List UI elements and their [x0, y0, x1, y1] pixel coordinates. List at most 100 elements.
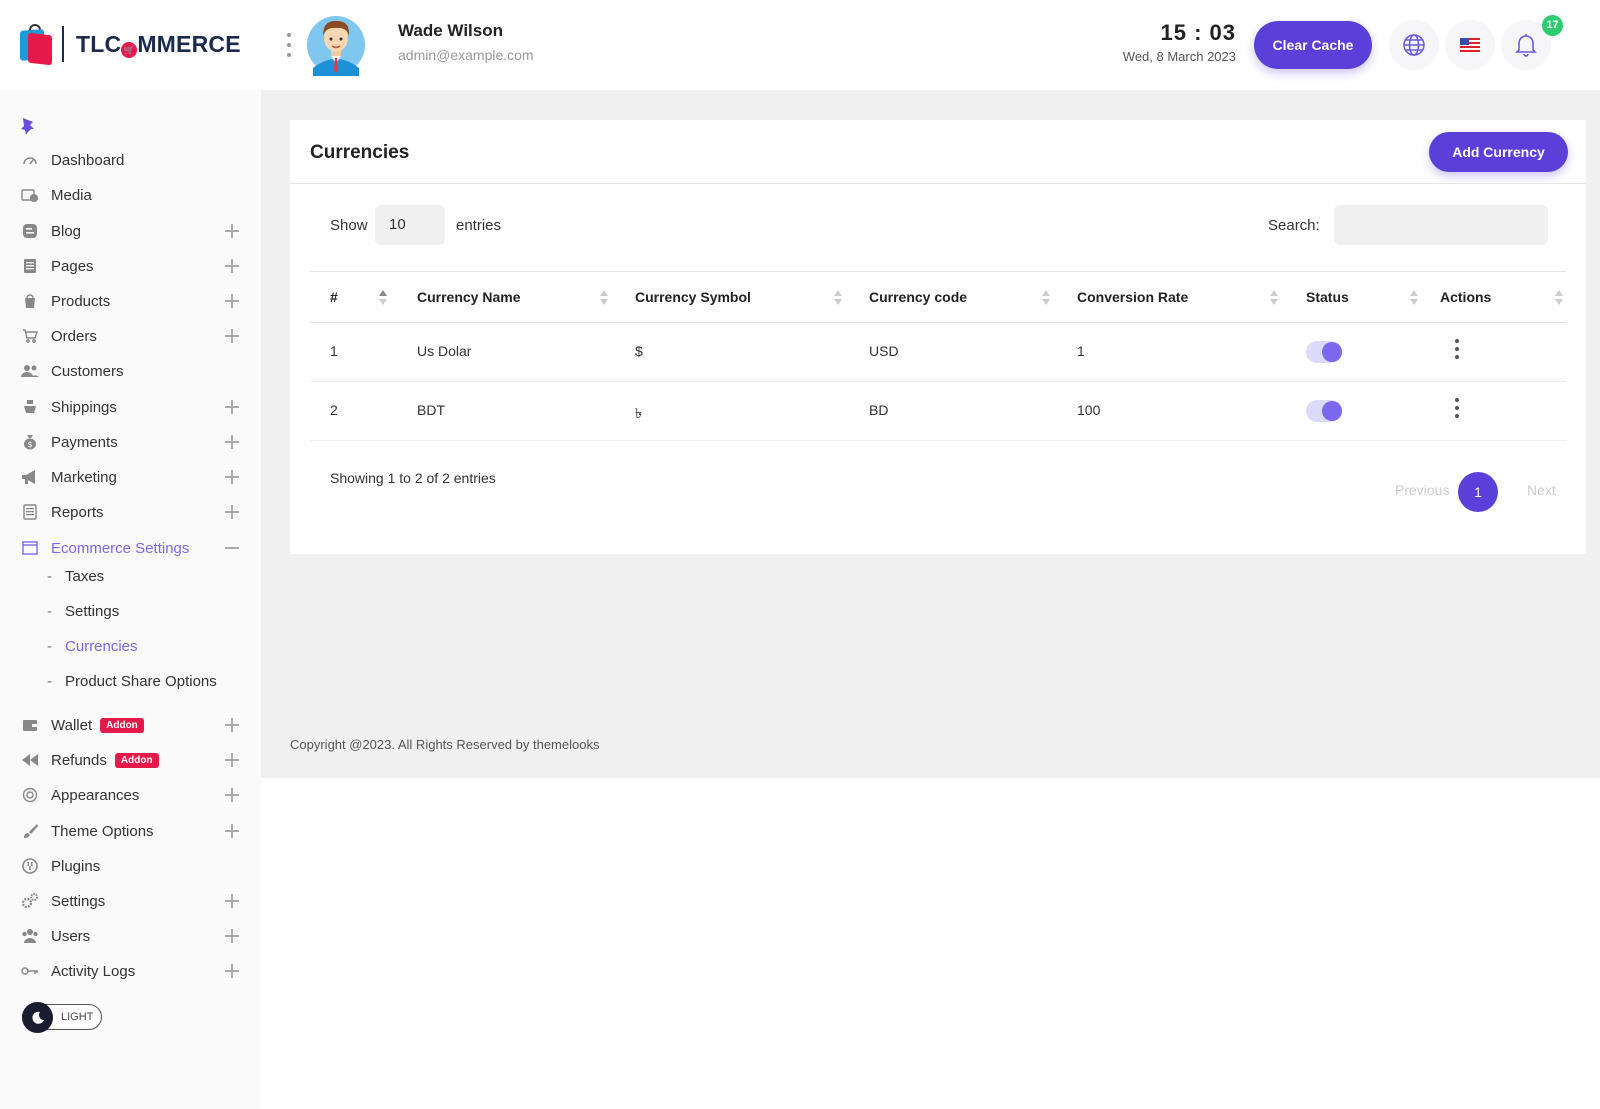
- expand-plus-icon[interactable]: [225, 964, 239, 978]
- sort-icon[interactable]: [1042, 290, 1050, 306]
- column-header-currency-code[interactable]: Currency code: [869, 289, 967, 305]
- shopping-bag-logo-icon: [20, 24, 52, 66]
- sort-icon[interactable]: [1555, 290, 1563, 306]
- sidebar-item-wallet[interactable]: Wallet Addon: [0, 710, 261, 740]
- expand-plus-icon[interactable]: [225, 294, 239, 308]
- sidebar-menu-toggle-icon[interactable]: [286, 33, 292, 57]
- sidebar-item-payments[interactable]: $ Payments: [0, 427, 261, 457]
- add-currency-button[interactable]: Add Currency: [1429, 132, 1568, 172]
- pages-icon: [21, 257, 39, 275]
- entries-per-page-select[interactable]: 10: [375, 205, 445, 245]
- dashboard-icon: [21, 151, 39, 169]
- column-header-status[interactable]: Status: [1306, 289, 1349, 305]
- expand-plus-icon[interactable]: [225, 929, 239, 943]
- sort-icon[interactable]: [1270, 290, 1278, 306]
- column-header-currency-name[interactable]: Currency Name: [417, 289, 521, 305]
- plug-icon: [21, 857, 39, 875]
- expand-plus-icon[interactable]: [225, 718, 239, 732]
- sidebar-subitem-taxes[interactable]: - Taxes: [47, 564, 104, 588]
- clear-cache-button[interactable]: Clear Cache: [1254, 21, 1372, 69]
- sidebar-item-plugins[interactable]: Plugins: [0, 851, 261, 881]
- column-header-number[interactable]: #: [330, 289, 338, 305]
- sidebar-subitem-product-share-options[interactable]: - Product Share Options: [47, 669, 217, 693]
- rewind-icon: [21, 751, 39, 769]
- products-icon: [21, 292, 39, 310]
- sidebar-item-dashboard[interactable]: Dashboard: [0, 145, 261, 175]
- search-input[interactable]: [1334, 205, 1548, 245]
- sidebar-subitem-label: Product Share Options: [65, 672, 217, 690]
- show-label: Show: [330, 217, 368, 234]
- cell-currency-symbol: ৳: [635, 405, 642, 421]
- row-actions-kebab-icon[interactable]: [1454, 398, 1460, 418]
- sidebar-item-appearances[interactable]: Appearances: [0, 780, 261, 810]
- sidebar-item-orders[interactable]: Orders: [0, 321, 261, 351]
- sidebar-item-refunds[interactable]: Refunds Addon: [0, 745, 261, 775]
- column-header-actions[interactable]: Actions: [1440, 289, 1491, 305]
- sidebar-item-activity-logs[interactable]: Activity Logs: [0, 956, 261, 986]
- collapse-minus-icon[interactable]: [225, 547, 239, 549]
- pagination-previous[interactable]: Previous: [1395, 482, 1449, 498]
- sidebar-item-label: Shippings: [51, 398, 117, 416]
- flag-language-button[interactable]: [1445, 20, 1495, 70]
- sort-icon[interactable]: [1410, 290, 1418, 306]
- expand-plus-icon[interactable]: [225, 259, 239, 273]
- sidebar-item-label: Users: [51, 927, 91, 945]
- cell-currency-code: BD: [869, 402, 889, 418]
- top-header: TLC 🛒MMERCE Wade Wilson admin@example.com…: [0, 0, 1600, 90]
- expand-plus-icon[interactable]: [225, 824, 239, 838]
- status-toggle[interactable]: [1306, 400, 1342, 422]
- expand-plus-icon[interactable]: [225, 435, 239, 449]
- expand-plus-icon[interactable]: [225, 329, 239, 343]
- bell-icon: [1515, 34, 1537, 57]
- sidebar-item-media[interactable]: Media: [0, 180, 261, 210]
- sidebar-item-label: Marketing: [51, 468, 117, 486]
- sort-icon[interactable]: [834, 290, 842, 306]
- sidebar-item-label: Theme Options: [51, 822, 154, 840]
- pagination-page-1[interactable]: 1: [1458, 472, 1498, 512]
- row-actions-kebab-icon[interactable]: [1454, 339, 1460, 359]
- pin-icon[interactable]: [20, 116, 38, 141]
- column-header-currency-symbol[interactable]: Currency Symbol: [635, 289, 751, 305]
- sidebar-item-users[interactable]: Users: [0, 921, 261, 951]
- expand-plus-icon[interactable]: [225, 753, 239, 767]
- expand-plus-icon[interactable]: [225, 894, 239, 908]
- column-header-conversion-rate[interactable]: Conversion Rate: [1077, 289, 1188, 305]
- language-globe-button[interactable]: [1389, 20, 1439, 70]
- status-toggle[interactable]: [1306, 341, 1342, 363]
- sidebar-item-ecommerce-settings[interactable]: Ecommerce Settings: [0, 533, 261, 563]
- addon-badge: Addon: [100, 717, 144, 733]
- sidebar-item-label: Reports: [51, 503, 104, 521]
- expand-plus-icon[interactable]: [225, 470, 239, 484]
- sidebar-subitem-settings[interactable]: - Settings: [47, 599, 119, 623]
- sidebar-item-blog[interactable]: Blog: [0, 216, 261, 246]
- expand-plus-icon[interactable]: [225, 400, 239, 414]
- expand-plus-icon[interactable]: [225, 224, 239, 238]
- cell-number: 1: [330, 343, 338, 359]
- expand-plus-icon[interactable]: [225, 788, 239, 802]
- sidebar-item-pages[interactable]: Pages: [0, 251, 261, 281]
- sidebar-item-theme-options[interactable]: Theme Options: [0, 816, 261, 846]
- sidebar-item-label: Pages: [51, 257, 94, 275]
- footer-copyright: Copyright @2023. All Rights Reserved by …: [290, 737, 600, 752]
- sort-icon[interactable]: [379, 290, 387, 306]
- sidebar-item-marketing[interactable]: Marketing: [0, 462, 261, 492]
- theme-toggle[interactable]: LIGHT: [22, 1002, 102, 1033]
- sidebar-item-shippings[interactable]: Shippings: [0, 392, 261, 422]
- entries-label: entries: [456, 217, 502, 234]
- sidebar-item-customers[interactable]: Customers: [0, 356, 261, 386]
- money-bag-icon: $: [21, 433, 39, 451]
- sidebar-subitem-currencies[interactable]: - Currencies: [47, 634, 138, 658]
- expand-plus-icon[interactable]: [225, 505, 239, 519]
- sidebar-item-settings[interactable]: Settings: [0, 886, 261, 916]
- sort-icon[interactable]: [600, 290, 608, 306]
- svg-text:$: $: [27, 440, 32, 449]
- pagination-next[interactable]: Next: [1527, 482, 1556, 498]
- blog-icon: [21, 222, 39, 240]
- sidebar-item-reports[interactable]: Reports: [0, 497, 261, 527]
- sidebar-item-products[interactable]: Products: [0, 286, 261, 316]
- logo[interactable]: TLC 🛒MMERCE: [20, 24, 241, 66]
- clock-date: Wed, 8 March 2023: [1122, 49, 1236, 64]
- sidebar-item-label: Refunds Addon: [51, 752, 159, 769]
- divider: [290, 183, 1586, 184]
- avatar[interactable]: [307, 12, 365, 76]
